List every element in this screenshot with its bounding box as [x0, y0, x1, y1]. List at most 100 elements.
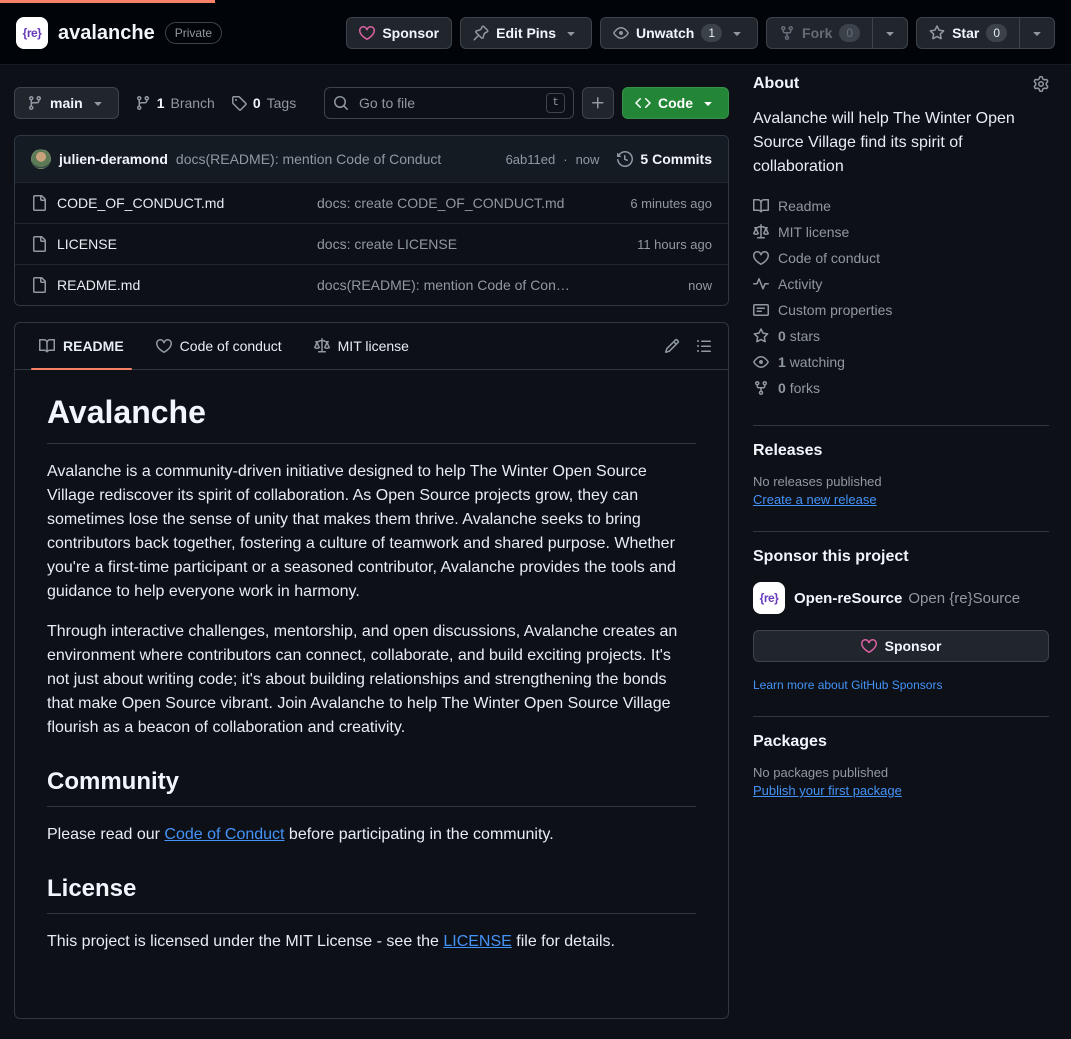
- sponsor-org-avatar[interactable]: {re}: [753, 582, 785, 614]
- create-release-link[interactable]: Create a new release: [753, 492, 877, 507]
- releases-heading: Releases: [753, 442, 822, 460]
- code-icon: [635, 95, 651, 111]
- file-link[interactable]: CODE_OF_CONDUCT.md: [31, 195, 317, 211]
- law-icon: [753, 224, 769, 240]
- about-heading: About: [753, 75, 799, 93]
- pencil-icon: [664, 338, 680, 354]
- branch-selector[interactable]: main: [14, 87, 119, 119]
- file-commit-message[interactable]: docs(README): mention Code of Conduct: [317, 277, 572, 293]
- star-button[interactable]: Star 0: [916, 17, 1020, 49]
- about-custom-properties-link[interactable]: Custom properties: [753, 297, 1049, 323]
- edit-readme-button[interactable]: [656, 330, 688, 362]
- tab-readme[interactable]: README: [23, 323, 140, 369]
- about-item-label: MIT license: [778, 224, 849, 240]
- code-button[interactable]: Code: [622, 87, 729, 119]
- sponsor-org-login[interactable]: Open-reSource: [794, 590, 902, 607]
- publish-package-link[interactable]: Publish your first package: [753, 783, 902, 798]
- about-readme-link[interactable]: Readme: [753, 193, 1049, 219]
- code-of-conduct-link[interactable]: Code of Conduct: [164, 826, 284, 843]
- commit-author-avatar[interactable]: [31, 149, 51, 169]
- branch-tag-links: 1 Branch 0 Tags: [135, 95, 297, 111]
- chevron-down-icon: [882, 25, 898, 41]
- tags-link[interactable]: 0 Tags: [231, 95, 296, 111]
- star-label: Star: [952, 25, 979, 41]
- tag-icon: [231, 95, 247, 111]
- repo-header: {re} avalanche Private Sponsor Edit Pins…: [0, 0, 1071, 65]
- commit-author[interactable]: julien-deramond: [59, 151, 168, 167]
- code-button-label: Code: [658, 95, 693, 111]
- repo-title-group: {re} avalanche Private: [16, 17, 222, 49]
- sponsor-button[interactable]: Sponsor: [346, 17, 452, 49]
- star-dropdown-button[interactable]: [1019, 17, 1055, 49]
- gear-icon[interactable]: [1033, 76, 1049, 92]
- packages-empty-text: No packages published: [753, 765, 1049, 780]
- stars-stat-link[interactable]: 0 stars: [753, 323, 1049, 349]
- heart-icon: [861, 638, 877, 654]
- edit-pins-label: Edit Pins: [496, 25, 556, 41]
- file-commit-message[interactable]: docs: create CODE_OF_CONDUCT.md: [317, 195, 572, 211]
- fork-button[interactable]: Fork 0: [766, 17, 873, 49]
- unwatch-label: Unwatch: [636, 25, 694, 41]
- about-activity-link[interactable]: Activity: [753, 271, 1049, 297]
- fork-dropdown-button[interactable]: [872, 17, 908, 49]
- forks-stat-link[interactable]: 0 forks: [753, 375, 1049, 401]
- fork-counter: 0: [839, 24, 860, 42]
- unwatch-button[interactable]: Unwatch 1: [600, 17, 758, 49]
- commits-history-link[interactable]: 5 Commits: [617, 151, 712, 167]
- about-license-link[interactable]: MIT license: [753, 219, 1049, 245]
- code-of-conduct-icon: [156, 338, 172, 354]
- file-icon: [31, 236, 47, 252]
- about-code-of-conduct-link[interactable]: Code of conduct: [753, 245, 1049, 271]
- commit-time: now: [576, 152, 600, 167]
- edit-pins-button[interactable]: Edit Pins: [460, 17, 592, 49]
- org-avatar[interactable]: {re}: [16, 17, 48, 49]
- plus-icon: [590, 95, 606, 111]
- commit-sha[interactable]: 6ab11ed: [506, 152, 556, 167]
- law-icon: [314, 338, 330, 354]
- readme-tab-bar: README Code of conduct MIT license: [15, 323, 728, 370]
- file-commit-message[interactable]: docs: create LICENSE: [317, 236, 572, 252]
- tab-mit-license[interactable]: MIT license: [298, 323, 425, 369]
- license-paragraph: This project is licensed under the MIT L…: [47, 930, 696, 954]
- table-row[interactable]: README.md docs(README): mention Code of …: [15, 264, 728, 305]
- toolbar-right-group: t Code: [324, 87, 729, 119]
- packages-section: Packages No packages published Publish y…: [753, 716, 1049, 822]
- eye-icon: [613, 25, 629, 41]
- github-sponsors-learn-more-link[interactable]: Learn more about GitHub Sponsors: [753, 678, 942, 692]
- table-row[interactable]: CODE_OF_CONDUCT.md docs: create CODE_OF_…: [15, 182, 728, 223]
- outline-button[interactable]: [688, 330, 720, 362]
- file-link[interactable]: LICENSE: [31, 236, 317, 252]
- stat-label: forks: [790, 380, 820, 396]
- tags-label: Tags: [267, 95, 297, 111]
- list-unordered-icon: [696, 338, 712, 354]
- tab-code-of-conduct[interactable]: Code of conduct: [140, 323, 298, 369]
- go-to-file-box[interactable]: t: [324, 87, 574, 119]
- sponsor-button-label: Sponsor: [382, 25, 439, 41]
- go-to-file-input[interactable]: [357, 94, 538, 112]
- about-item-label: Code of conduct: [778, 250, 880, 266]
- fork-label: Fork: [802, 25, 832, 41]
- note-icon: [753, 302, 769, 318]
- branches-link[interactable]: 1 Branch: [135, 95, 215, 111]
- tab-readme-label: README: [63, 338, 124, 354]
- add-file-button[interactable]: [582, 87, 614, 119]
- commit-message[interactable]: docs(README): mention Code of Conduct: [176, 151, 498, 167]
- repo-name[interactable]: avalanche: [58, 22, 155, 45]
- star-button-group: Star 0: [916, 17, 1055, 49]
- sponsor-org-names: Open-reSource Open {re}Source: [794, 590, 1020, 607]
- branch-name: main: [50, 95, 83, 111]
- sponsor-org-display-name: Open {re}Source: [908, 590, 1020, 607]
- watching-stat-link[interactable]: 1 watching: [753, 349, 1049, 375]
- license-text-post: file for details.: [512, 933, 615, 950]
- table-row[interactable]: LICENSE docs: create LICENSE 11 hours ag…: [15, 223, 728, 264]
- about-item-label: Custom properties: [778, 302, 892, 318]
- community-text-post: before participating in the community.: [284, 826, 553, 843]
- file-name: CODE_OF_CONDUCT.md: [57, 195, 224, 211]
- file-icon: [31, 277, 47, 293]
- releases-section: Releases No releases published Create a …: [753, 425, 1049, 531]
- latest-commit-bar: julien-deramond docs(README): mention Co…: [15, 136, 728, 182]
- file-link[interactable]: README.md: [31, 277, 317, 293]
- license-link[interactable]: LICENSE: [443, 933, 511, 950]
- sidebar-sponsor-button[interactable]: Sponsor: [753, 630, 1049, 662]
- about-item-label: Readme: [778, 198, 831, 214]
